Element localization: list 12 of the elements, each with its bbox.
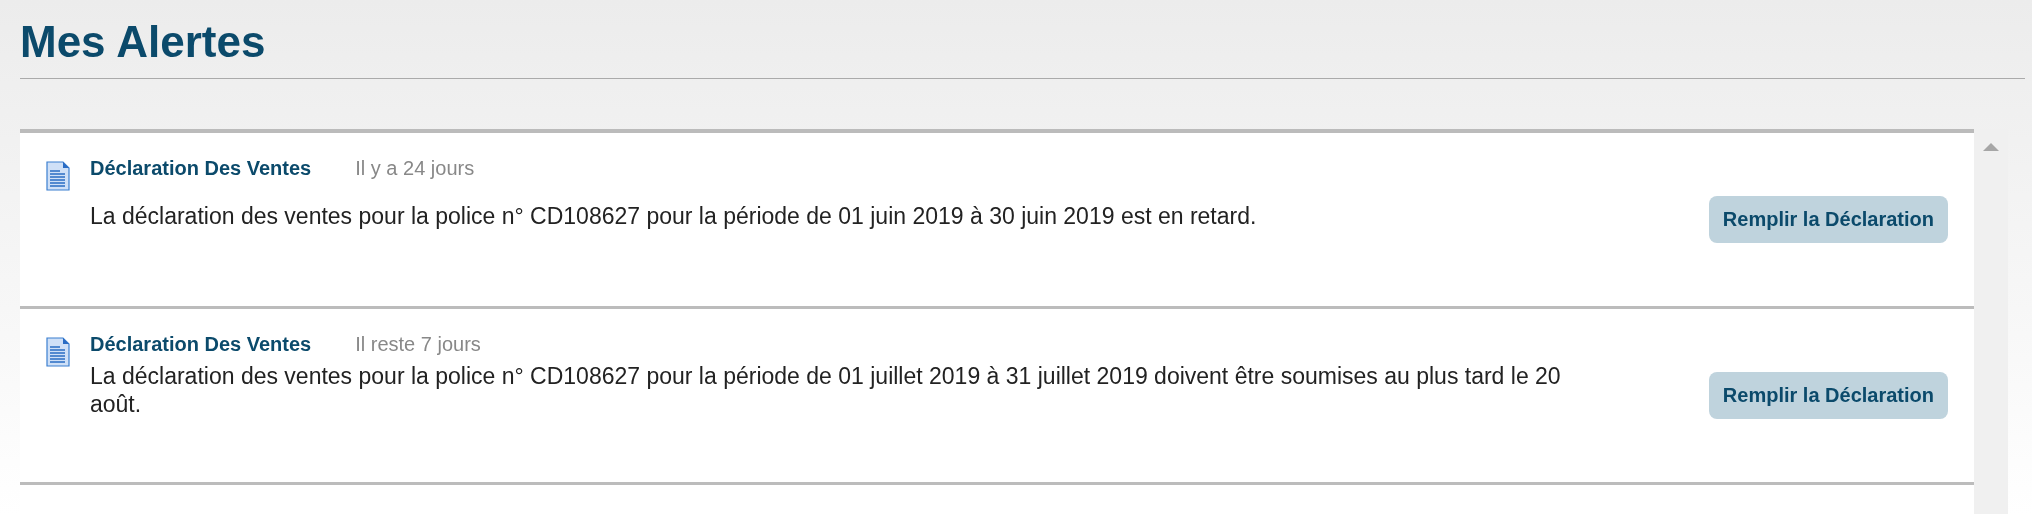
alert-title: Déclaration Des Ventes	[90, 157, 312, 180]
alert-message: La déclaration des ventes pour la police n° CD108627 pour la période de 01 juillet 2019 à 31 juillet 2019 doivent être soumises au plus tard le 20 août.	[90, 362, 1562, 418]
fill-declaration-button[interactable]: Remplir la Déclaration	[1708, 196, 1948, 243]
page-title: Mes Alertes	[20, 16, 267, 68]
alert-message: La déclaration des ventes pour la police n° CD108627 pour la période de 01 juin 2019 à 30 juin 2019 est en retard.	[90, 202, 1257, 230]
alert-time: Il y a 24 jours	[355, 157, 475, 180]
alert-time: Il reste 7 jours	[355, 333, 481, 356]
scroll-up-icon[interactable]	[1983, 143, 1999, 151]
alert-title: Déclaration Des Ventes	[90, 333, 312, 356]
document-icon	[46, 337, 70, 367]
fill-declaration-button[interactable]: Remplir la Déclaration	[1708, 372, 1948, 419]
document-icon	[46, 161, 70, 191]
